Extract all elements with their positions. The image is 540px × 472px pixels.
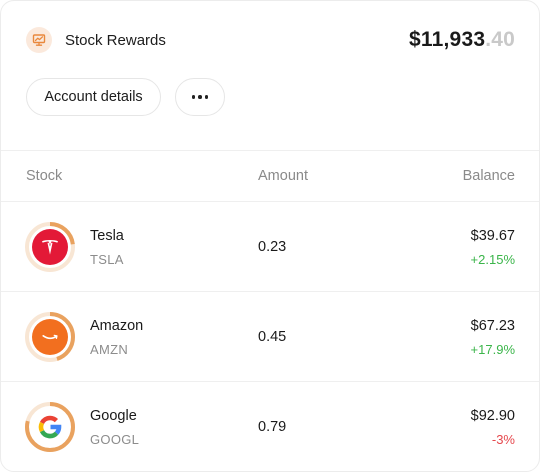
stock-ticker: TSLA — [90, 252, 124, 267]
stock-name: Amazon — [90, 318, 144, 334]
more-horizontal-icon — [191, 95, 196, 99]
stock-balance: $92.90 — [470, 408, 515, 424]
tesla-logo — [25, 222, 75, 272]
google-icon — [32, 409, 68, 445]
table-header: Stock Amount Balance — [1, 151, 539, 202]
stock-amount: 0.79 — [258, 419, 287, 435]
stock-ticker: GOOGL — [90, 432, 140, 447]
page-title: Stock Rewards — [65, 32, 166, 49]
table-row[interactable]: Google GOOGL 0.79 $92.90 -3% — [1, 382, 539, 471]
table-row[interactable]: Amazon AMZN 0.45 $67.23 +17.9% — [1, 292, 539, 382]
stock-amount: 0.45 — [258, 329, 287, 345]
more-dot — [204, 95, 209, 99]
column-header-amount: Amount — [258, 168, 308, 184]
stock-name: Google — [90, 408, 137, 424]
stock-balance: $67.23 — [470, 318, 515, 334]
stock-change: +17.9% — [470, 342, 515, 357]
chart-presentation-icon — [26, 27, 52, 53]
stock-rewards-card: Stock Rewards $11,933.40 Account details… — [0, 0, 540, 472]
stock-change: -3% — [491, 432, 515, 447]
stock-ticker: AMZN — [90, 342, 129, 357]
card-header: Stock Rewards $11,933.40 Account details — [1, 1, 539, 151]
table-row[interactable]: Tesla TSLA 0.23 $39.67 +2.15% — [1, 202, 539, 292]
column-header-stock: Stock — [26, 168, 63, 184]
amazon-icon — [32, 319, 68, 355]
stock-change: +2.15% — [470, 252, 515, 267]
tesla-icon — [32, 229, 68, 265]
more-options-button[interactable] — [175, 78, 225, 116]
amazon-logo — [25, 312, 75, 362]
column-header-balance: Balance — [462, 168, 515, 184]
total-balance-main: $11,933 — [409, 28, 486, 51]
stock-name: Tesla — [90, 228, 124, 244]
account-details-button[interactable]: Account details — [26, 78, 161, 116]
stock-balance: $39.67 — [470, 228, 515, 244]
total-balance: $11,933.40 — [409, 28, 515, 52]
more-dot — [198, 95, 202, 99]
google-logo — [25, 402, 75, 452]
stock-amount: 0.23 — [258, 239, 287, 255]
total-balance-cents: .40 — [485, 28, 515, 51]
